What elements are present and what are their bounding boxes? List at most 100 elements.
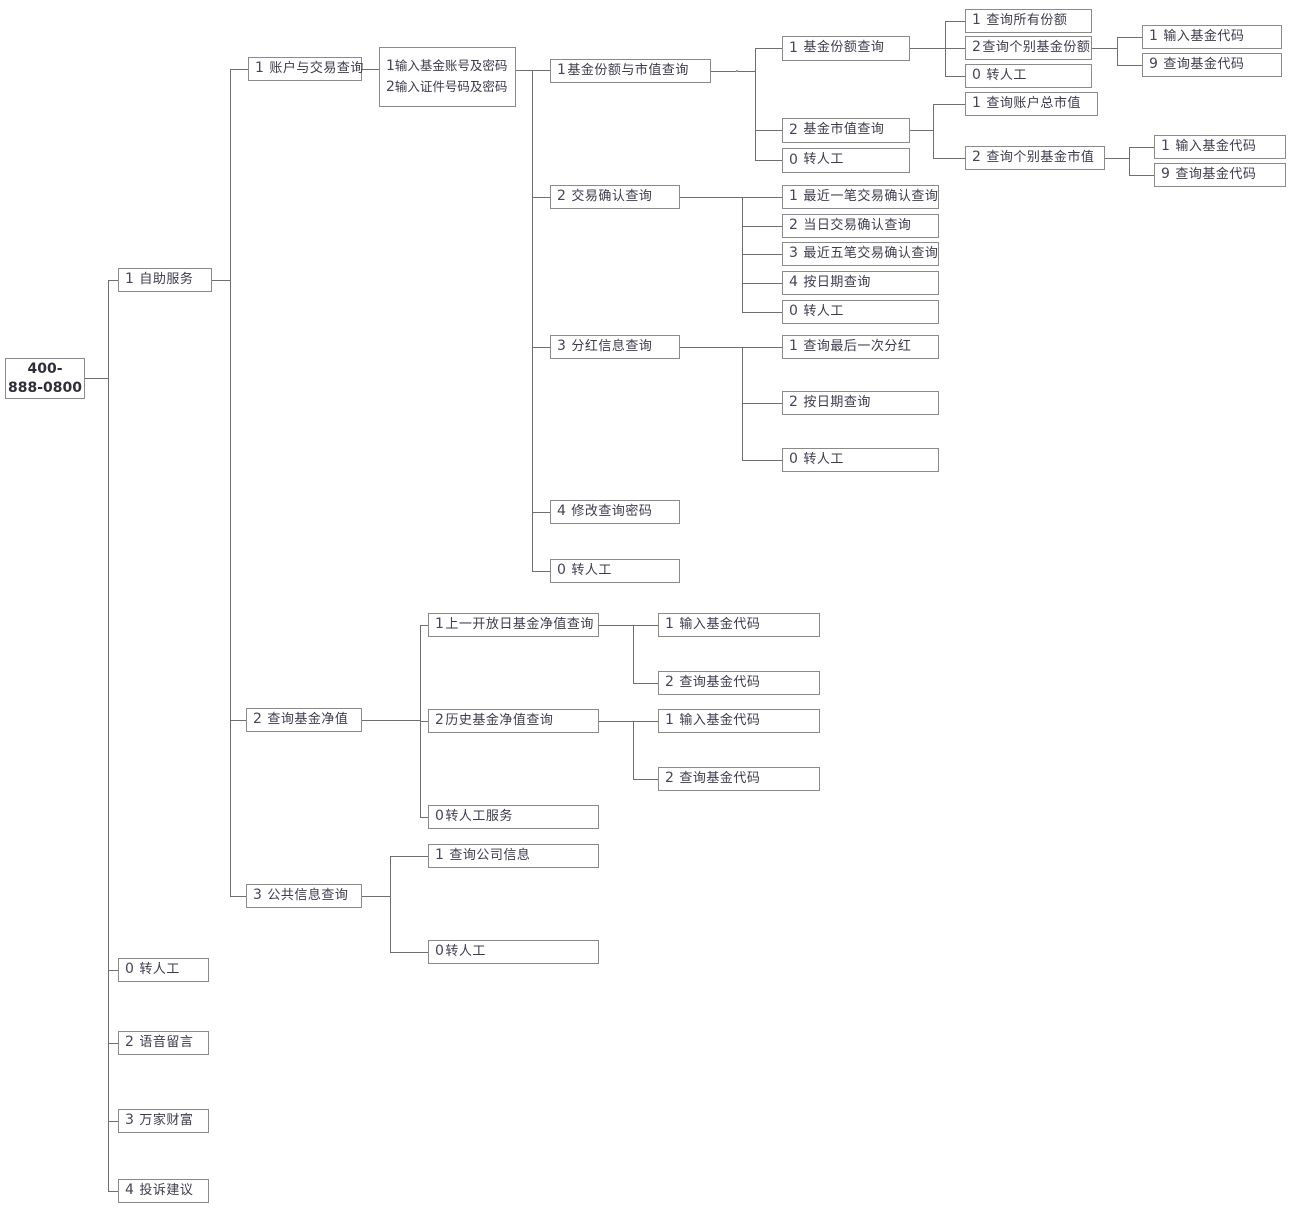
node-label: 转人工 <box>139 961 180 977</box>
key-label: 2 <box>972 39 982 56</box>
node-navhistory-input-code[interactable]: 1 输入基金代码 <box>658 709 820 733</box>
node-query-individual-shares[interactable]: 2 查询个别基金份额 <box>965 36 1092 60</box>
node-indiv-value-input-code[interactable]: 1 输入基金代码 <box>1154 135 1286 159</box>
node-dividend-info-query[interactable]: 3 分红信息查询 <box>550 335 680 359</box>
connector-to-today <box>742 226 782 227</box>
node-authentication-options[interactable]: 1输入基金账号及密码 2输入证件号码及密码 <box>379 47 516 107</box>
node-indiv-value-query-code[interactable]: 9 查询基金代码 <box>1154 163 1286 187</box>
node-fund-share-query[interactable]: 1 基金份额查询 <box>782 36 910 61</box>
node-share-and-value-query[interactable]: 1 基金份额与市值查询 <box>550 59 711 83</box>
node-account-trade-query[interactable]: 1 账户与交易查询 <box>248 57 364 81</box>
key-label: 1 <box>1161 138 1171 155</box>
connector-to-nav-agent <box>420 817 428 818</box>
connector-sharequery-trunk <box>945 21 946 77</box>
node-query-company-info[interactable]: 1 查询公司信息 <box>428 844 599 868</box>
node-label: 基金份额与市值查询 <box>567 62 689 78</box>
node-last-open-day-nav-query[interactable]: 1 上一开放日基金净值查询 <box>428 613 599 637</box>
connector-publicinfo-out <box>362 896 390 897</box>
node-public-info-query[interactable]: 3 公共信息查询 <box>246 884 362 908</box>
connector-to-individual-shares <box>945 48 965 49</box>
node-label: 投诉建议 <box>139 1182 194 1198</box>
node-dividend-by-date[interactable]: 2 按日期查询 <box>782 391 939 415</box>
node-latest-one-trade-confirm[interactable]: 1 最近一笔交易确认查询 <box>782 185 939 209</box>
connector-to-lastopen-query <box>633 683 658 684</box>
connector-to-company-info <box>390 856 428 857</box>
node-query-total-account-value[interactable]: 1 查询账户总市值 <box>965 92 1098 116</box>
node-label: 转人工 <box>445 943 486 959</box>
node-lastopen-query-code[interactable]: 2 查询基金代码 <box>658 671 820 695</box>
key-label: 1 <box>1149 28 1159 45</box>
node-label: 查询所有份额 <box>986 12 1068 28</box>
connector-to-voicemail <box>108 1043 118 1044</box>
node-dividend-agent[interactable]: 0 转人工 <box>782 448 939 472</box>
node-nav-menu-agent[interactable]: 0 转人工服务 <box>428 805 599 829</box>
connector-account-to-auth <box>362 69 379 70</box>
node-label: 输入基金代码 <box>679 712 761 728</box>
node-label: 查询基金代码 <box>679 674 761 690</box>
node-query-individual-fund-value[interactable]: 2 查询个别基金市值 <box>965 146 1105 170</box>
connector-to-indivvalue-input <box>1129 147 1154 148</box>
node-account-menu-agent[interactable]: 0 转人工 <box>550 559 680 583</box>
connector-sharevalue-out <box>711 71 755 72</box>
key-label: 2 <box>665 674 675 691</box>
connector-to-all-shares <box>945 21 965 22</box>
node-nav-query[interactable]: 2 查询基金净值 <box>246 708 362 732</box>
root-line2: 888-0800 <box>8 379 82 396</box>
connector-to-complaint <box>108 1191 118 1192</box>
connector-to-navhistory-input <box>633 721 658 722</box>
auth-option-2: 2输入证件号码及密码 <box>386 77 507 98</box>
root-line1: 400- <box>27 360 63 377</box>
node-query-last-dividend[interactable]: 1 查询最后一次分红 <box>782 335 939 359</box>
node-today-trade-confirm[interactable]: 2 当日交易确认查询 <box>782 214 939 238</box>
connector-selfservice-trunk <box>230 69 231 896</box>
key-label: 9 <box>1149 56 1159 73</box>
node-label: 账户与交易查询 <box>269 60 364 76</box>
node-agent-level1[interactable]: 0 转人工 <box>118 958 209 982</box>
node-lastopen-input-code[interactable]: 1 输入基金代码 <box>658 613 820 637</box>
key-label: 1 <box>789 338 799 355</box>
node-fund-market-value-query[interactable]: 2 基金市值查询 <box>782 118 910 143</box>
node-indiv-shares-query-code[interactable]: 9 查询基金代码 <box>1142 53 1282 77</box>
node-complaint-suggestion[interactable]: 4 投诉建议 <box>118 1179 209 1203</box>
node-label: 基金市值查询 <box>803 122 885 138</box>
connector-to-last-dividend <box>742 347 782 348</box>
connector-indivvalue-out <box>1105 158 1129 159</box>
connector-to-indivshares-query <box>1117 65 1142 66</box>
node-label: 转人工 <box>803 451 844 467</box>
node-history-nav-query[interactable]: 2 历史基金净值查询 <box>428 709 599 733</box>
connector-to-change-pwd <box>532 512 550 513</box>
connector-to-sharevalue-agent <box>755 160 782 161</box>
node-wanjia-wealth[interactable]: 3 万家财富 <box>118 1109 209 1133</box>
node-share-value-agent[interactable]: 0 转人工 <box>782 148 910 173</box>
connector-to-share-value <box>532 70 550 71</box>
node-label: 转人工 <box>986 67 1027 83</box>
node-change-query-password[interactable]: 4 修改查询密码 <box>550 500 680 524</box>
node-share-query-agent[interactable]: 0 转人工 <box>965 64 1092 88</box>
connector-to-trade-confirm <box>532 197 550 198</box>
node-trade-confirm-by-date[interactable]: 4 按日期查询 <box>782 271 939 295</box>
connector-navhistory-trunk <box>633 721 634 779</box>
connector-to-dividend-agent <box>742 460 782 461</box>
connector-main-trunk <box>108 280 109 1191</box>
node-trade-confirm-query[interactable]: 2 交易确认查询 <box>550 185 680 209</box>
node-label: 查询个别基金份额 <box>982 39 1091 55</box>
node-label: 修改查询密码 <box>571 503 653 519</box>
key-label: 2 <box>557 188 567 205</box>
node-latest-five-trade-confirm[interactable]: 3 最近五笔交易确认查询 <box>782 242 939 266</box>
key-label: 0 <box>125 961 135 978</box>
connector-to-marketvalue-query <box>755 130 782 131</box>
connector-to-nav-query <box>230 720 246 721</box>
node-self-service[interactable]: 1 自助服务 <box>118 268 212 292</box>
connector-indivshares-trunk <box>1117 37 1118 66</box>
node-voicemail[interactable]: 2 语音留言 <box>118 1031 209 1055</box>
key-label: 2 <box>125 1034 135 1051</box>
node-public-info-agent[interactable]: 0 转人工 <box>428 940 599 964</box>
connector-sharevalue-dot <box>736 70 738 72</box>
node-indiv-shares-input-code[interactable]: 1 输入基金代码 <box>1142 25 1282 49</box>
connector-to-lastopen-input <box>633 625 658 626</box>
node-trade-confirm-agent[interactable]: 0 转人工 <box>782 300 939 324</box>
node-navhistory-query-code[interactable]: 2 查询基金代码 <box>658 767 820 791</box>
key-label: 3 <box>253 887 263 904</box>
root-node-hotline[interactable]: 400- 888-0800 <box>5 358 85 399</box>
node-query-all-shares[interactable]: 1 查询所有份额 <box>965 9 1092 33</box>
